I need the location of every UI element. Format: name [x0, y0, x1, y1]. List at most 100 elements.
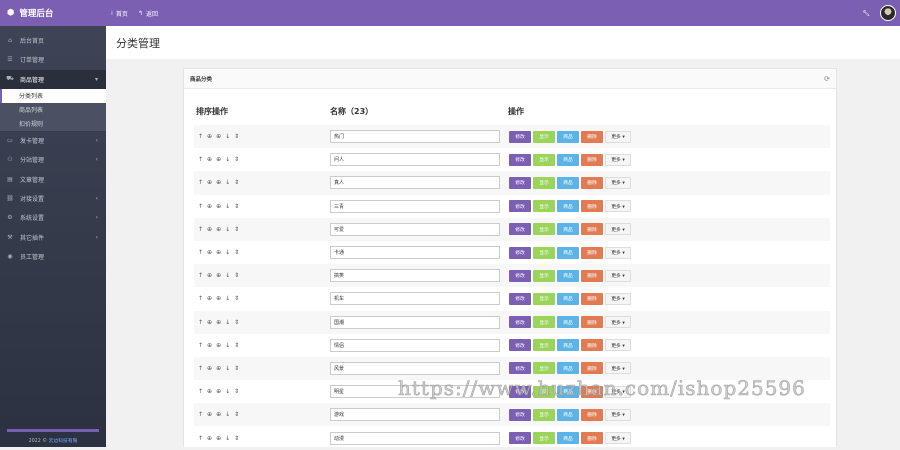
move-top-icon[interactable]: ⊕	[207, 249, 212, 256]
more-dropdown[interactable]: 更多 ▾	[605, 269, 631, 282]
sidebar-item-orders[interactable]: ☰ 订单管理	[0, 50, 106, 69]
sidebar-subitem-category-list[interactable]: 分类列表	[0, 88, 106, 103]
move-down-icon[interactable]: ↓	[225, 226, 230, 233]
move-up-icon[interactable]: ↑	[198, 133, 203, 140]
edit-button[interactable]: 修改	[509, 385, 531, 398]
goods-button[interactable]: 商品	[557, 269, 579, 282]
move-up-icon[interactable]: ↑	[198, 435, 203, 442]
move-down-icon[interactable]: ↓	[225, 179, 230, 186]
move-down-icon[interactable]: ↓	[225, 295, 230, 302]
more-dropdown[interactable]: 更多 ▾	[605, 176, 631, 189]
delete-button[interactable]: 删除	[581, 432, 603, 445]
move-bottom-icon[interactable]: ⊕	[216, 388, 221, 395]
move-top-icon[interactable]: ⊕	[207, 156, 212, 163]
show-button[interactable]: 显示	[533, 130, 555, 143]
edit-button[interactable]: 修改	[509, 130, 531, 143]
sort-icon[interactable]: ⇕	[234, 272, 239, 279]
move-up-icon[interactable]: ↑	[198, 365, 203, 372]
delete-button[interactable]: 删除	[581, 408, 603, 421]
delete-button[interactable]: 删除	[581, 292, 603, 305]
goods-button[interactable]: 商品	[557, 292, 579, 305]
edit-button[interactable]: 修改	[509, 362, 531, 375]
more-dropdown[interactable]: 更多 ▾	[605, 130, 631, 143]
more-dropdown[interactable]: 更多 ▾	[605, 246, 631, 259]
move-bottom-icon[interactable]: ⊕	[216, 272, 221, 279]
delete-button[interactable]: 删除	[581, 153, 603, 166]
delete-button[interactable]: 删除	[581, 223, 603, 236]
goods-button[interactable]: 商品	[557, 362, 579, 375]
move-up-icon[interactable]: ↑	[198, 319, 203, 326]
goods-button[interactable]: 商品	[557, 223, 579, 236]
move-top-icon[interactable]: ⊕	[207, 342, 212, 349]
move-bottom-icon[interactable]: ⊕	[216, 435, 221, 442]
edit-button[interactable]: 修改	[509, 339, 531, 352]
refresh-icon[interactable]: ⟳	[824, 75, 830, 83]
move-down-icon[interactable]: ↓	[225, 388, 230, 395]
category-name-input[interactable]	[330, 199, 500, 213]
move-up-icon[interactable]: ↑	[198, 342, 203, 349]
goods-button[interactable]: 商品	[557, 200, 579, 213]
move-bottom-icon[interactable]: ⊕	[216, 249, 221, 256]
move-down-icon[interactable]: ↓	[225, 411, 230, 418]
move-top-icon[interactable]: ⊕	[207, 365, 212, 372]
show-button[interactable]: 显示	[533, 153, 555, 166]
sidebar-item-goods[interactable]: ⛟ 商品管理 ▾	[0, 69, 106, 89]
edit-button[interactable]: 修改	[509, 432, 531, 445]
move-top-icon[interactable]: ⊕	[207, 133, 212, 140]
move-bottom-icon[interactable]: ⊕	[216, 295, 221, 302]
sidebar-item-settings[interactable]: ⚙ 系统设置 ‹	[0, 208, 106, 227]
more-dropdown[interactable]: 更多 ▾	[605, 362, 631, 375]
category-name-input[interactable]	[330, 153, 500, 167]
move-bottom-icon[interactable]: ⊕	[216, 203, 221, 210]
category-name-input[interactable]	[330, 176, 500, 190]
move-bottom-icon[interactable]: ⊕	[216, 365, 221, 372]
move-top-icon[interactable]: ⊕	[207, 319, 212, 326]
delete-button[interactable]: 删除	[581, 316, 603, 329]
goods-button[interactable]: 商品	[557, 339, 579, 352]
show-button[interactable]: 显示	[533, 223, 555, 236]
more-dropdown[interactable]: 更多 ▾	[605, 339, 631, 352]
move-down-icon[interactable]: ↓	[225, 156, 230, 163]
delete-button[interactable]: 删除	[581, 130, 603, 143]
move-up-icon[interactable]: ↑	[198, 272, 203, 279]
category-name-input[interactable]	[330, 269, 500, 283]
show-button[interactable]: 显示	[533, 316, 555, 329]
sidebar-item-plugins[interactable]: ⚒ 其它插件 ‹	[0, 227, 106, 246]
goods-button[interactable]: 商品	[557, 130, 579, 143]
more-dropdown[interactable]: 更多 ▾	[605, 316, 631, 329]
move-up-icon[interactable]: ↑	[198, 388, 203, 395]
show-button[interactable]: 显示	[533, 408, 555, 421]
goods-button[interactable]: 商品	[557, 176, 579, 189]
show-button[interactable]: 显示	[533, 200, 555, 213]
show-button[interactable]: 显示	[533, 269, 555, 282]
category-name-input[interactable]	[330, 246, 500, 260]
more-dropdown[interactable]: 更多 ▾	[605, 408, 631, 421]
edit-button[interactable]: 修改	[509, 246, 531, 259]
show-button[interactable]: 显示	[533, 385, 555, 398]
move-bottom-icon[interactable]: ⊕	[216, 156, 221, 163]
edit-button[interactable]: 修改	[509, 292, 531, 305]
move-down-icon[interactable]: ↓	[225, 342, 230, 349]
move-up-icon[interactable]: ↑	[198, 156, 203, 163]
category-name-input[interactable]	[330, 385, 500, 399]
home-action[interactable]: ⁞ 首页	[111, 9, 128, 18]
move-top-icon[interactable]: ⊕	[207, 411, 212, 418]
move-down-icon[interactable]: ↓	[225, 365, 230, 372]
move-bottom-icon[interactable]: ⊕	[216, 226, 221, 233]
move-down-icon[interactable]: ↓	[225, 435, 230, 442]
move-top-icon[interactable]: ⊕	[207, 435, 212, 442]
move-up-icon[interactable]: ↑	[198, 295, 203, 302]
move-down-icon[interactable]: ↓	[225, 133, 230, 140]
edit-button[interactable]: 修改	[509, 176, 531, 189]
goods-button[interactable]: 商品	[557, 385, 579, 398]
company-link[interactable]: 云边科技有限	[49, 439, 78, 444]
show-button[interactable]: 显示	[533, 176, 555, 189]
brand[interactable]: ⬢ 管理后台	[0, 0, 106, 26]
show-button[interactable]: 显示	[533, 339, 555, 352]
move-up-icon[interactable]: ↑	[198, 249, 203, 256]
move-top-icon[interactable]: ⊕	[207, 226, 212, 233]
more-dropdown[interactable]: 更多 ▾	[605, 223, 631, 236]
move-top-icon[interactable]: ⊕	[207, 295, 212, 302]
move-down-icon[interactable]: ↓	[225, 319, 230, 326]
sort-icon[interactable]: ⇕	[234, 179, 239, 186]
